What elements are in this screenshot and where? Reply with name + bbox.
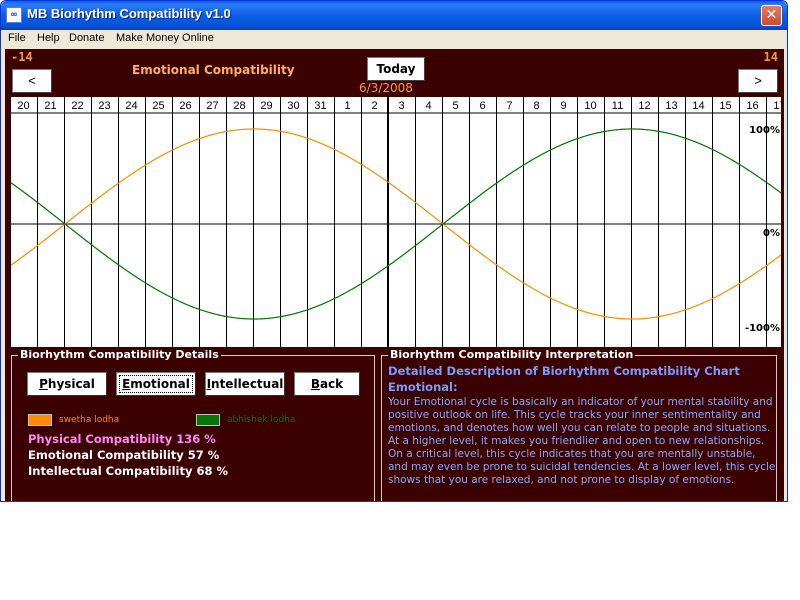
- x-tick-label: 26: [179, 100, 191, 112]
- x-tick-label: 22: [71, 100, 83, 112]
- app-icon[interactable]: ∞: [6, 7, 22, 23]
- x-tick-label: 28: [233, 100, 245, 112]
- intellectual-label: ntellectual: [211, 377, 284, 391]
- y-tick-label: 100%: [749, 125, 780, 136]
- x-tick-label: 15: [719, 100, 731, 112]
- menu-bar: File Help Donate Make Money Online: [1, 30, 787, 49]
- x-tick-label: 29: [260, 100, 272, 112]
- x-tick-label: 4: [425, 100, 431, 112]
- back-button[interactable]: Back: [294, 372, 360, 396]
- x-tick-label: 12: [638, 100, 650, 112]
- x-tick-label: 5: [452, 100, 458, 112]
- x-tick-label: 31: [314, 100, 326, 112]
- x-tick-label: 13: [665, 100, 677, 112]
- x-tick-label: 8: [533, 100, 539, 112]
- x-tick-label: 1: [344, 100, 350, 112]
- back-label: ack: [319, 377, 344, 391]
- previous-button[interactable]: <: [12, 69, 52, 93]
- x-tick-label: 23: [98, 100, 110, 112]
- close-button[interactable]: ✕: [761, 5, 782, 26]
- x-tick-label: 10: [584, 100, 596, 112]
- title-bar[interactable]: ∞ MB Biorhythm Compatibility v1.0 ✕: [1, 1, 787, 30]
- next-button[interactable]: >: [738, 69, 778, 93]
- menu-file[interactable]: File: [8, 32, 26, 44]
- interpretation-title: Biorhythm Compatibility Interpretation: [388, 348, 636, 361]
- x-tick-label: 6: [479, 100, 485, 112]
- chart-svg: 20 21 22 23 24 25 26 27 28 29 30 31 1 2 3 4 5 6 7 8 9 10 11 12 1…: [11, 97, 781, 347]
- emotional-label: motional: [130, 377, 190, 391]
- x-tick-label: 16: [746, 100, 758, 112]
- interpretation-panel: Biorhythm Compatibility Interpretation D…: [381, 348, 777, 501]
- range-min-label: -14: [11, 50, 33, 64]
- window-title: MB Biorhythm Compatibility v1.0: [27, 6, 231, 21]
- physical-label: hysical: [47, 377, 95, 391]
- app-window: ∞ MB Biorhythm Compatibility v1.0 ✕ File…: [0, 0, 788, 502]
- x-tick-label: 17: [773, 100, 781, 112]
- details-title: Biorhythm Compatibility Details: [18, 348, 221, 361]
- x-tick-label: 27: [206, 100, 218, 112]
- x-tick-label: 3: [398, 100, 404, 112]
- physical-accel: P: [39, 377, 48, 391]
- legend-swatch-swetha: [28, 414, 52, 426]
- range-max-label: 14: [763, 50, 778, 64]
- x-tick-label: 7: [506, 100, 512, 112]
- physical-compatibility: Physical Compatibility 136 %: [28, 432, 216, 446]
- main-panel: -14 14 < > Emotional Compatibility Today…: [5, 49, 784, 501]
- x-tick-label: 25: [152, 100, 164, 112]
- x-tick-label: 30: [287, 100, 299, 112]
- legend-swatch-abhishek: [196, 414, 220, 426]
- y-tick-label: -100%: [745, 323, 780, 334]
- emotional-compatibility: Emotional Compatibility 57 %: [28, 448, 220, 462]
- interpretation-text: Your Emotional cycle is basically an ind…: [388, 396, 776, 486]
- x-tick-label: 11: [612, 100, 623, 112]
- back-accel: B: [310, 377, 320, 391]
- intellectual-button[interactable]: Intellectual: [205, 372, 285, 396]
- x-tick-label: 14: [692, 100, 704, 112]
- intellectual-compatibility: Intellectual Compatibility 68 %: [28, 464, 228, 478]
- x-tick-label: 21: [44, 100, 56, 112]
- emotional-button[interactable]: Emotional: [116, 372, 196, 396]
- biorhythm-chart: 20 21 22 23 24 25 26 27 28 29 30 31 1 2 3 4 5 6 7 8 9 10 11 12 1…: [11, 97, 781, 347]
- chart-heading: Emotional Compatibility: [132, 63, 295, 77]
- current-date: 6/3/2008: [359, 81, 413, 95]
- x-tick-label: 20: [17, 100, 29, 112]
- details-panel: Biorhythm Compatibility Details Physical…: [11, 348, 375, 501]
- chart-header: -14 14 < > Emotional Compatibility Today…: [5, 49, 784, 97]
- today-button[interactable]: Today: [367, 57, 425, 81]
- menu-make-money-online[interactable]: Make Money Online: [116, 32, 214, 44]
- interpretation-subheading: Emotional:: [388, 380, 458, 394]
- menu-donate[interactable]: Donate: [69, 32, 104, 44]
- x-tick-label: 9: [560, 100, 566, 112]
- y-tick-label: 0%: [763, 228, 780, 239]
- x-tick-label: 24: [125, 100, 137, 112]
- menu-help[interactable]: Help: [37, 32, 60, 44]
- interpretation-heading: Detailed Description of Biorhythm Compat…: [388, 364, 740, 378]
- legend-name-abhishek: abhishek lodha: [227, 415, 296, 425]
- physical-button[interactable]: Physical: [27, 372, 107, 396]
- legend-name-swetha: swetha lodha: [59, 415, 120, 425]
- x-tick-label: 2: [371, 100, 377, 112]
